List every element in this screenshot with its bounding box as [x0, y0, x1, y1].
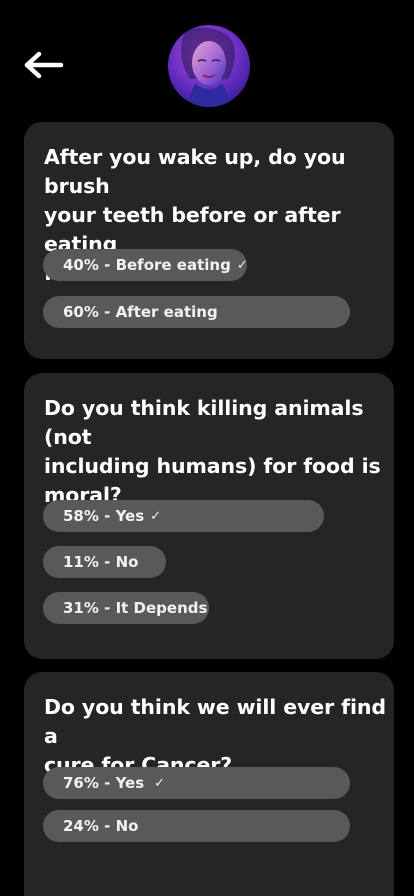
poll-question: Do you think killing animals (not includ… — [44, 394, 386, 510]
poll-option-yes[interactable]: 58% - Yes ✓ — [43, 500, 324, 532]
check-icon: ✓ — [154, 775, 166, 791]
poll-card-cancer: Do you think we will ever find a cure fo… — [24, 672, 394, 896]
avatar[interactable] — [168, 25, 250, 107]
option-label: 11% - No — [63, 553, 139, 571]
arrow-left-icon — [24, 51, 64, 79]
check-icon: ✓ — [236, 257, 248, 273]
option-label: 24% - No — [63, 817, 139, 835]
option-label: 60% - After eating — [63, 303, 218, 321]
question-line: After you wake up, do you brush — [44, 145, 346, 198]
avatar-image — [168, 25, 250, 107]
poll-option-it-depends[interactable]: 31% - It Depends — [43, 592, 209, 624]
poll-option-yes[interactable]: 76% - Yes ✓ — [43, 767, 350, 799]
poll-card-teeth: After you wake up, do you brush your tee… — [24, 122, 394, 359]
check-icon: ✓ — [150, 508, 162, 524]
option-label: 31% - It Depends — [63, 599, 208, 617]
option-label: 58% - Yes — [63, 507, 145, 525]
option-label: 76% - Yes — [63, 774, 145, 792]
poll-option-no[interactable]: 11% - No — [43, 546, 166, 578]
poll-screen: After you wake up, do you brush your tee… — [0, 0, 414, 896]
option-label: 40% - Before eating — [63, 256, 231, 274]
poll-option-no[interactable]: 24% - No — [43, 810, 350, 842]
question-line: Do you think we will ever find a — [44, 695, 386, 748]
back-button[interactable] — [22, 48, 66, 82]
poll-card-animals: Do you think killing animals (not includ… — [24, 373, 394, 659]
question-line: Do you think killing animals (not — [44, 396, 364, 449]
poll-option-before-eating[interactable]: 40% - Before eating ✓ — [43, 249, 248, 281]
poll-option-after-eating[interactable]: 60% - After eating — [43, 296, 350, 328]
question-line: including humans) for food is — [44, 454, 381, 478]
